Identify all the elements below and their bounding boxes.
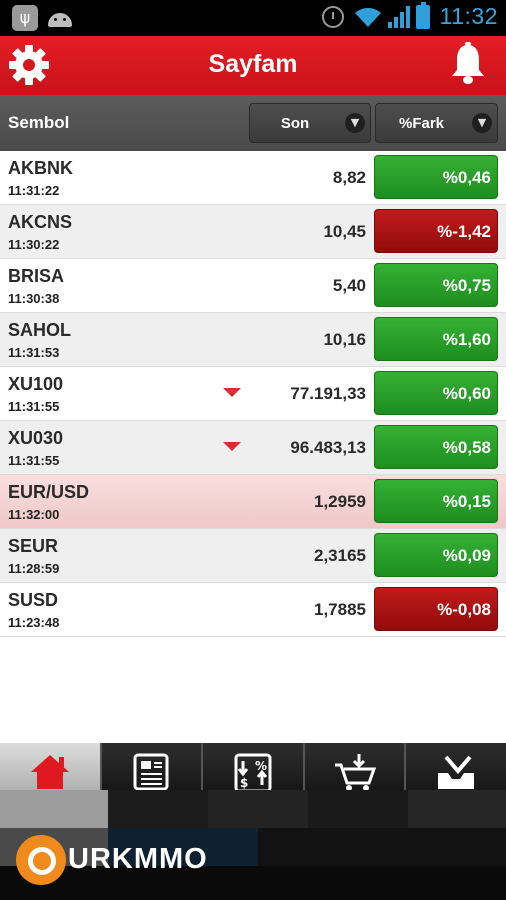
home-icon bbox=[30, 755, 69, 789]
list-item[interactable]: SUSD 11:23:48 1,7885 %-0,08 bbox=[0, 583, 506, 637]
app-bar: Sayfam bbox=[0, 36, 506, 95]
update-time: 11:30:38 bbox=[8, 291, 60, 306]
update-time: 11:31:55 bbox=[8, 399, 60, 414]
last-price: 5,40 bbox=[332, 276, 366, 295]
symbol: SEUR bbox=[8, 536, 59, 556]
list-item[interactable]: XU100 11:31:55 77.191,33 %0,60 bbox=[0, 367, 506, 421]
android-icon bbox=[46, 5, 74, 31]
svg-text:%: % bbox=[255, 759, 267, 773]
list-item[interactable]: SAHOL 11:31:53 10,16 %1,60 bbox=[0, 313, 506, 367]
change-badge: %-1,42 bbox=[374, 209, 498, 253]
chevron-down-icon: ▼ bbox=[345, 113, 365, 133]
last-price: 2,3165 bbox=[314, 546, 366, 565]
update-time: 11:23:48 bbox=[8, 615, 60, 630]
list-item[interactable]: EUR/USD 11:32:00 1,2959 %0,15 bbox=[0, 475, 506, 529]
watermark-logo bbox=[16, 835, 66, 885]
list-item[interactable]: AKCNS 11:30:22 10,45 %-1,42 bbox=[0, 205, 506, 259]
cart-icon bbox=[334, 754, 376, 791]
change-badge: %0,09 bbox=[374, 533, 498, 577]
symbol: SUSD bbox=[8, 590, 59, 610]
sort-change-label: %Fark bbox=[398, 115, 445, 132]
svg-text:$: $ bbox=[240, 776, 248, 790]
update-time: 11:32:00 bbox=[8, 507, 60, 522]
change-badge: %0,60 bbox=[374, 371, 498, 415]
change-badge: %-0,08 bbox=[374, 587, 498, 631]
symbol: AKCNS bbox=[8, 212, 73, 232]
list-item[interactable]: XU030 11:31:55 96.483,13 %0,58 bbox=[0, 421, 506, 475]
status-bar: ψ 11:32 bbox=[0, 0, 506, 36]
signal-icon bbox=[387, 5, 410, 28]
watermark: URKMMO bbox=[16, 833, 231, 888]
alarm-icon bbox=[321, 5, 344, 28]
symbol: AKBNK bbox=[8, 158, 73, 178]
change-badge: %0,75 bbox=[374, 263, 498, 307]
column-header: Sembol Son ▼ %Fark ▼ bbox=[0, 95, 506, 151]
sort-change-button[interactable]: %Fark ▼ bbox=[375, 103, 498, 143]
last-price: 8,82 bbox=[332, 168, 366, 187]
update-time: 11:28:59 bbox=[8, 561, 60, 576]
symbol: XU100 bbox=[8, 374, 64, 394]
sort-last-button[interactable]: Son ▼ bbox=[249, 103, 371, 143]
symbol: EUR/USD bbox=[8, 482, 90, 502]
list-item[interactable]: SEUR 11:28:59 2,3165 %0,09 bbox=[0, 529, 506, 583]
symbol: BRISA bbox=[8, 266, 65, 286]
down-arrow-icon bbox=[223, 388, 241, 397]
list-item[interactable]: AKBNK 11:31:22 8,82 %0,46 bbox=[0, 151, 506, 205]
chevron-down-icon: ▼ bbox=[472, 113, 492, 133]
usb-icon: ψ bbox=[12, 5, 38, 31]
sort-last-label: Son bbox=[280, 115, 310, 132]
news-icon bbox=[133, 753, 169, 791]
inbox-icon bbox=[438, 755, 475, 789]
symbol: XU030 bbox=[8, 428, 64, 448]
change-badge: %1,60 bbox=[374, 317, 498, 361]
last-price: 10,16 bbox=[323, 330, 366, 349]
last-price: 1,2959 bbox=[314, 492, 366, 511]
wifi-icon bbox=[354, 7, 381, 27]
status-time: 11:32 bbox=[439, 3, 498, 29]
change-badge: %0,46 bbox=[374, 155, 498, 199]
symbol: SAHOL bbox=[8, 320, 71, 340]
last-price: 10,45 bbox=[323, 222, 366, 241]
last-price: 1,7885 bbox=[314, 600, 366, 619]
change-badge: %0,15 bbox=[374, 479, 498, 523]
last-price: 96.483,13 bbox=[290, 438, 366, 457]
change-badge: %0,58 bbox=[374, 425, 498, 469]
update-time: 11:30:22 bbox=[8, 237, 60, 252]
update-time: 11:31:22 bbox=[8, 183, 60, 198]
percent-arrows-icon: % $ bbox=[234, 753, 272, 793]
last-price: 77.191,33 bbox=[290, 384, 366, 403]
bell-icon[interactable] bbox=[448, 42, 488, 86]
watermark-text: URKMMO bbox=[68, 843, 208, 875]
page-title: Sayfam bbox=[208, 50, 298, 78]
list-item[interactable]: BRISA 11:30:38 5,40 %0,75 bbox=[0, 259, 506, 313]
battery-icon bbox=[415, 1, 430, 29]
update-time: 11:31:55 bbox=[8, 453, 60, 468]
update-time: 11:31:53 bbox=[8, 345, 60, 360]
watchlist: AKBNK 11:31:22 8,82 %0,46 AKCNS 11:30:22… bbox=[0, 151, 506, 637]
down-arrow-icon bbox=[223, 442, 241, 451]
symbol-column-label: Sembol bbox=[8, 113, 70, 132]
